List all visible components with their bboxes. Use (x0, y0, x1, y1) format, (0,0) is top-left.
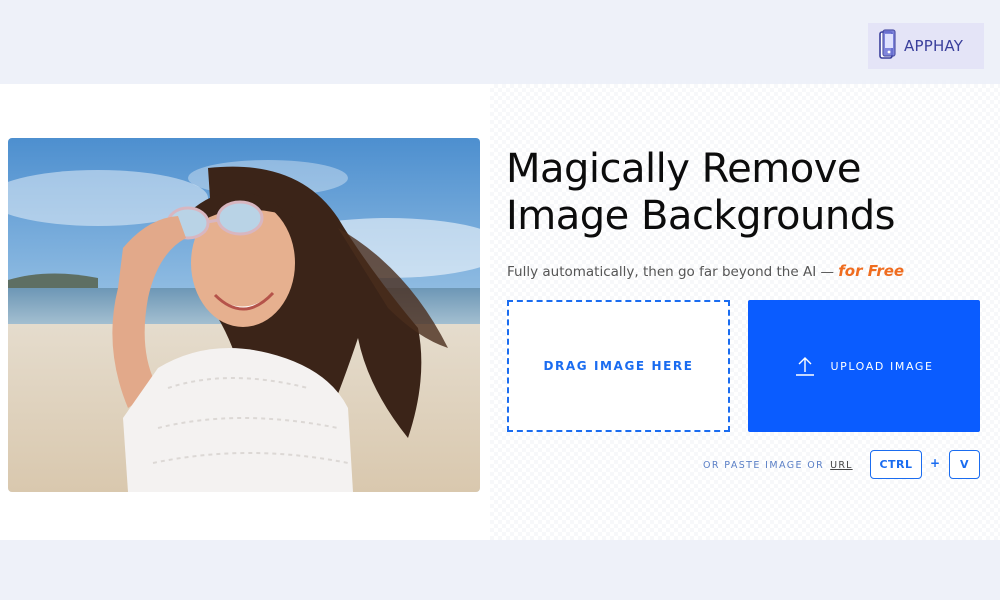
page-headline: Magically Remove Image Backgrounds (506, 146, 976, 240)
drag-image-label: DRAG IMAGE HERE (543, 359, 694, 373)
headline-line-1: Magically Remove (506, 146, 861, 192)
paste-hint-text: OR PASTE IMAGE OR (703, 459, 825, 471)
subheadline-text: Fully automatically, then go far beyond … (507, 264, 839, 280)
apphay-logo: APPHAY (868, 23, 984, 69)
ctrl-key: CTRL (870, 450, 922, 479)
subheadline: Fully automatically, then go far beyond … (507, 262, 977, 280)
v-key: V (949, 450, 980, 479)
upload-image-button[interactable]: UPLOAD IMAGE (748, 300, 980, 432)
upload-arrow-icon (796, 357, 815, 376)
drag-drop-zone[interactable]: DRAG IMAGE HERE (507, 300, 730, 432)
hero-photo (8, 138, 480, 492)
upload-image-label: UPLOAD IMAGE (830, 359, 934, 373)
phone-logo-icon (879, 29, 896, 59)
free-emphasis: for Free (838, 262, 905, 280)
headline-line-2: Image Backgrounds (506, 193, 895, 239)
shortcut-plus: + (929, 456, 941, 470)
paste-url-link[interactable]: URL (830, 460, 852, 471)
logo-text: APPHAY (904, 37, 964, 55)
